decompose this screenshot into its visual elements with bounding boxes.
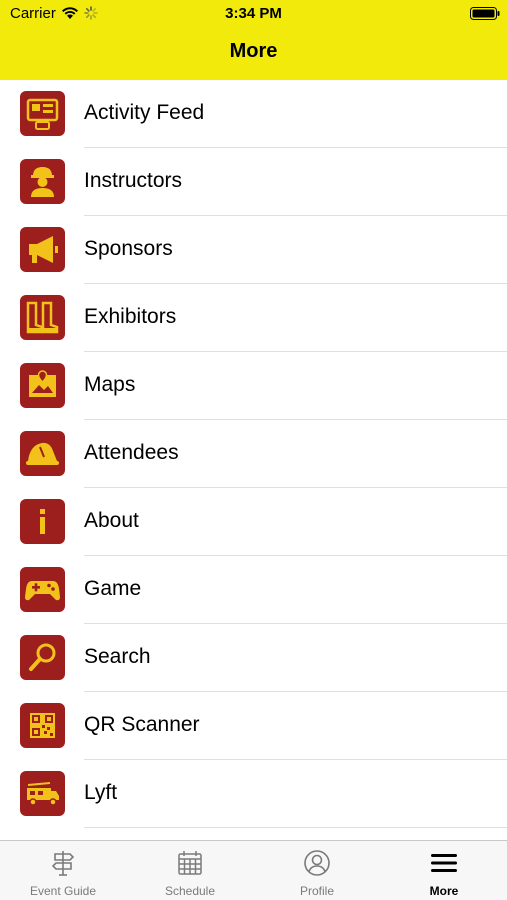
menu-item-sponsors[interactable]: Sponsors: [0, 216, 507, 284]
magnifier-icon: [20, 635, 65, 680]
menu-item-game[interactable]: Game: [0, 556, 507, 624]
menu-item-lyft[interactable]: Lyft: [0, 760, 507, 828]
activity-feed-icon: [20, 91, 65, 136]
calendar-icon: [178, 851, 202, 875]
tab-label: More: [429, 884, 459, 898]
hamburger-icon: [431, 854, 457, 872]
megaphone-icon: [20, 227, 65, 272]
tab-label: Event Guide: [29, 884, 97, 898]
tab-more[interactable]: More: [381, 841, 507, 900]
helmet-icon: [20, 431, 65, 476]
menu-item-qr-scanner[interactable]: QR Scanner: [0, 692, 507, 760]
menu-item-label: Activity Feed: [84, 101, 205, 124]
profile-icon: [304, 850, 330, 876]
menu-item-maps[interactable]: Maps: [0, 352, 507, 420]
status-bar: Carrier 3:34 PM: [0, 0, 507, 28]
menu-item-label: Maps: [84, 373, 136, 396]
menu-item-label: Lyft: [84, 781, 118, 804]
menu-item-instructors[interactable]: Instructors: [0, 148, 507, 216]
menu-item-activity-feed[interactable]: Activity Feed: [0, 80, 507, 148]
tab-label: Schedule: [164, 884, 216, 898]
instructor-icon: [20, 159, 65, 204]
menu-item-label: Search: [84, 645, 151, 668]
menu-item-label: Attendees: [84, 441, 179, 464]
fire-truck-icon: [20, 771, 65, 816]
info-icon: [20, 499, 65, 544]
menu-item-exhibitors[interactable]: Exhibitors: [0, 284, 507, 352]
menu-item-label: About: [84, 509, 139, 532]
menu-item-label: Exhibitors: [84, 305, 177, 328]
menu-item-search[interactable]: Search: [0, 624, 507, 692]
header: Carrier 3:34 PM More: [0, 0, 507, 80]
tab-schedule[interactable]: Schedule: [127, 841, 253, 900]
battery-icon: [470, 7, 500, 20]
menu-item-label: QR Scanner: [84, 713, 200, 736]
qr-code-icon: [20, 703, 65, 748]
menu-item-attendees[interactable]: Attendees: [0, 420, 507, 488]
menu-item-label: Sponsors: [84, 237, 173, 260]
menu-item-about[interactable]: About: [0, 488, 507, 556]
tab-bar: Event Guide Schedule Profile More: [0, 840, 507, 900]
menu-item-label: Instructors: [84, 169, 183, 192]
more-menu-list: Activity Feed Instructors Sponsors Exhib…: [0, 80, 507, 840]
boots-icon: [20, 295, 65, 340]
tab-profile[interactable]: Profile: [254, 841, 380, 900]
divider: [84, 827, 507, 828]
menu-item-label: Game: [84, 577, 142, 600]
gamepad-icon: [20, 567, 65, 612]
tab-label: Profile: [299, 884, 334, 898]
tab-event-guide[interactable]: Event Guide: [0, 841, 126, 900]
status-time: 3:34 PM: [225, 5, 282, 22]
map-icon: [20, 363, 65, 408]
page-title: More: [229, 40, 278, 62]
signpost-icon: [51, 851, 75, 876]
